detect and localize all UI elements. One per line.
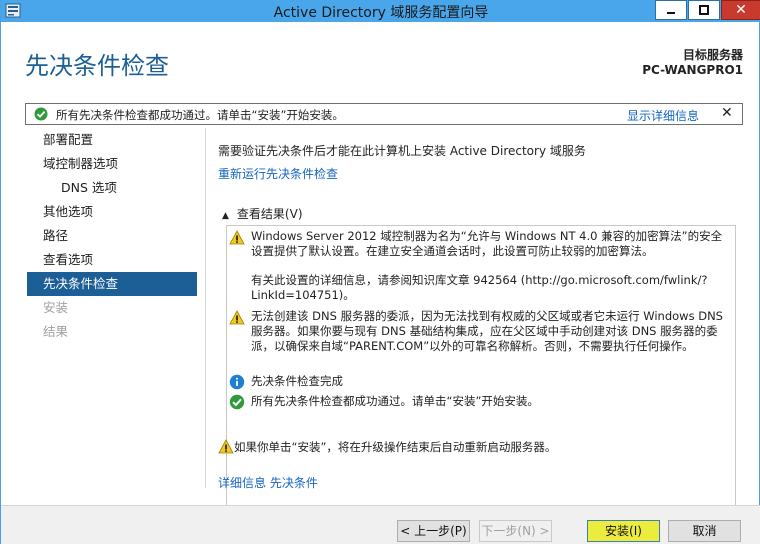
nav-item-results: 结果 [43, 324, 69, 339]
nav-item-paths[interactable]: 路径 [27, 224, 197, 248]
view-results-label: 查看结果(V) [236, 207, 303, 221]
check-circle-icon [229, 394, 245, 410]
intro-text: 需要验证先决条件后才能在此计算机上安装 Active Directory 域服务 [218, 144, 586, 158]
cancel-button[interactable]: 取消 [668, 520, 741, 542]
target-server-block: 目标服务器 PC-WANGPRO1 [642, 48, 743, 78]
restart-warning-text: 如果你单击“安装”，将在升级操作结束后自动重新启动服务器。 [234, 440, 557, 454]
result-text: 所有先决条件检查都成功通过。请单击“安装”开始安装。 [251, 394, 539, 408]
rerun-check-link[interactable]: 重新运行先决条件检查 [218, 165, 338, 182]
more-info-prerequisites-link[interactable]: 详细信息 先决条件 [218, 474, 318, 491]
previous-button[interactable]: < 上一步(P) [397, 520, 470, 542]
list-item: 有关此设置的详细信息，请参阅知识库文章 942564 (http://go.mi… [227, 273, 727, 305]
chevron-up-icon: ▲ [222, 211, 229, 221]
warning-icon [229, 310, 245, 325]
minimize-button[interactable] [655, 0, 687, 20]
title-bar: Active Directory 域服务配置向导 ✕ [1, 0, 760, 22]
wizard-window: Active Directory 域服务配置向导 ✕ 先决条件检查 目标服务器 … [0, 0, 760, 544]
nav-item-prerequisites-check[interactable]: 先决条件检查 [27, 272, 197, 296]
list-item: 无法创建该 DNS 服务器的委派，因为无法找到有权威的父区域或者它未运行 Win… [227, 309, 727, 371]
caption-buttons: ✕ [654, 0, 760, 22]
nav-item-review-options[interactable]: 查看选项 [27, 248, 197, 272]
notification-close-icon[interactable]: ✕ [721, 105, 733, 121]
wizard-footer: < 上一步(P) 下一步(N) > 安装(I) 取消 [1, 505, 760, 544]
result-text: 有关此设置的详细信息，请参阅知识库文章 942564 (http://go.mi… [251, 273, 708, 302]
maximize-button[interactable] [688, 0, 720, 20]
result-text: 无法创建该 DNS 服务器的委派，因为无法找到有权威的父区域或者它未运行 Win… [251, 309, 723, 353]
window-title: Active Directory 域服务配置向导 [273, 5, 489, 21]
notification-bar: 所有先决条件检查都成功通过。请单击“安装”开始安装。 显示详细信息 ✕ [25, 103, 743, 125]
notification-message: 所有先决条件检查都成功通过。请单击“安装”开始安装。 [56, 108, 344, 122]
nav-item-deployment-config[interactable]: 部署配置 [27, 128, 197, 152]
next-button: 下一步(N) > [479, 520, 552, 542]
maximize-icon [699, 5, 709, 15]
target-server-label: 目标服务器 [682, 48, 743, 62]
nav-item-installation: 安装 [43, 300, 69, 315]
result-text: 先决条件检查完成 [251, 374, 343, 388]
list-item: Windows Server 2012 域控制器为名为“允许与 Windows … [227, 229, 727, 261]
show-details-link[interactable]: 显示详细信息 [627, 107, 699, 124]
list-item: 先决条件检查完成 [227, 373, 727, 391]
close-icon: ✕ [735, 2, 747, 18]
list-item: 所有先决条件检查都成功通过。请单击“安装”开始安装。 [227, 393, 727, 411]
nav-divider [205, 128, 206, 488]
warning-icon [218, 439, 234, 454]
install-button[interactable]: 安装(I) [587, 520, 660, 542]
target-server-name: PC-WANGPRO1 [642, 63, 743, 77]
view-results-toggle[interactable]: ▲ 查看结果(V) [222, 205, 303, 222]
results-list: Windows Server 2012 域控制器为名为“允许与 Windows … [226, 225, 736, 544]
info-icon [229, 374, 245, 390]
check-circle-icon [34, 107, 48, 121]
minimize-icon [667, 12, 675, 14]
close-button[interactable]: ✕ [721, 0, 760, 20]
page-title: 先决条件检查 [25, 52, 169, 80]
result-text: Windows Server 2012 域控制器为名为“允许与 Windows … [251, 229, 723, 258]
nav-item-dns-options[interactable]: DNS 选项 [27, 176, 197, 200]
wizard-nav: 部署配置 域控制器选项 DNS 选项 其他选项 路径 查看选项 先决条件检查 安… [27, 128, 197, 344]
nav-item-additional-options[interactable]: 其他选项 [27, 200, 197, 224]
warning-icon [229, 230, 245, 245]
nav-item-dc-options[interactable]: 域控制器选项 [27, 152, 197, 176]
